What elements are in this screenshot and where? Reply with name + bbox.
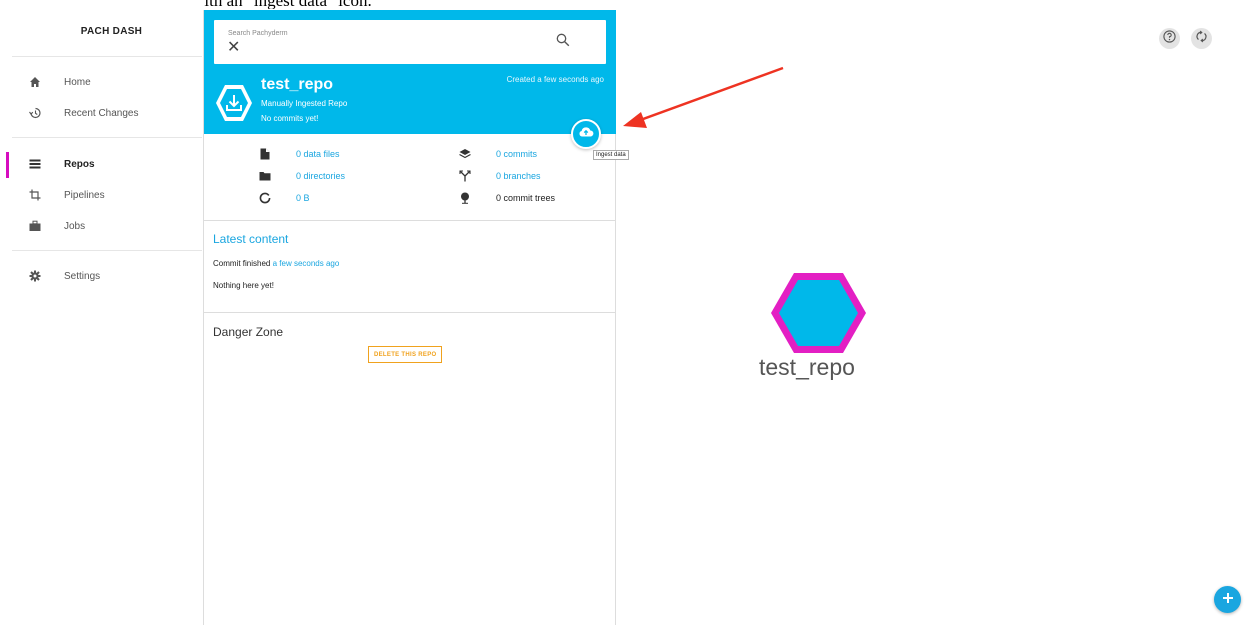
- stat-value[interactable]: 0 directories: [296, 171, 345, 181]
- search-icon[interactable]: [556, 33, 570, 47]
- sidebar-divider: [12, 137, 202, 138]
- refresh-icon: [1195, 30, 1208, 48]
- repo-created-time: Created a few seconds ago: [506, 75, 604, 84]
- repo-stats: 0 data files 0 directories 0 B 0 commits…: [204, 134, 616, 221]
- sidebar-item-label: Settings: [64, 270, 101, 282]
- sidebar-divider: [12, 250, 202, 251]
- stat-value: 0 commit trees: [496, 193, 556, 203]
- latest-content-heading: Latest content: [213, 232, 289, 246]
- search-input[interactable]: Search Pachyderm: [228, 30, 288, 37]
- sidebar-item-label: Repos: [64, 158, 95, 170]
- home-icon: [28, 75, 42, 89]
- stat-branches[interactable]: 0 branches: [458, 169, 541, 183]
- sidebar: PACH DASH Home Recent Changes Repos Pipe…: [0, 0, 203, 625]
- repo-node[interactable]: [768, 270, 869, 356]
- annotation-arrow: [623, 66, 784, 128]
- stat-value[interactable]: 0 B: [296, 193, 310, 203]
- sidebar-item-jobs[interactable]: Jobs: [0, 215, 203, 237]
- repo-header: Search Pachyderm ✕ test_repo Manually In…: [204, 10, 616, 134]
- stat-value[interactable]: 0 data files: [296, 149, 340, 159]
- repo-commits-note: No commits yet!: [261, 114, 319, 123]
- stat-size[interactable]: 0 B: [258, 191, 310, 205]
- plus-icon: [1222, 591, 1234, 609]
- empty-content-message: Nothing here yet!: [213, 281, 274, 290]
- stat-value[interactable]: 0 commits: [496, 149, 537, 159]
- repo-subtitle: Manually Ingested Repo: [261, 99, 348, 108]
- commit-status-text: Commit finished: [213, 259, 271, 268]
- brand-title: PACH DASH: [80, 26, 143, 37]
- repo-upload-icon: [214, 83, 254, 123]
- sidebar-item-recent-changes[interactable]: Recent Changes: [0, 102, 203, 124]
- sidebar-item-label: Pipelines: [64, 189, 105, 201]
- refresh-button[interactable]: [1191, 28, 1212, 49]
- gear-icon: [28, 269, 42, 283]
- history-icon: [28, 106, 42, 120]
- layers-icon: [458, 147, 472, 161]
- crop-icon: [28, 188, 42, 202]
- tree-icon: [458, 191, 472, 205]
- sidebar-item-label: Home: [64, 76, 91, 88]
- stat-data-files[interactable]: 0 data files: [258, 147, 340, 161]
- search-box[interactable]: Search Pachyderm ✕: [214, 20, 606, 64]
- add-button[interactable]: [1214, 586, 1241, 613]
- briefcase-icon: [28, 219, 42, 233]
- commit-status: Commit finished a few seconds ago: [213, 259, 339, 268]
- danger-zone-heading: Danger Zone: [213, 325, 284, 339]
- commit-time-link[interactable]: a few seconds ago: [273, 259, 340, 268]
- sidebar-item-pipelines[interactable]: Pipelines: [0, 184, 203, 206]
- delete-repo-button[interactable]: DELETE THIS REPO: [368, 346, 443, 363]
- help-icon: [1163, 29, 1176, 48]
- sidebar-divider: [12, 56, 202, 57]
- branch-icon: [458, 169, 472, 183]
- folder-icon: [258, 169, 272, 183]
- file-icon: [258, 147, 272, 161]
- latest-content-section: Latest content Commit finished a few sec…: [204, 220, 616, 313]
- sidebar-item-label: Recent Changes: [64, 107, 139, 119]
- list-icon: [28, 157, 42, 171]
- sidebar-item-repos[interactable]: Repos: [0, 153, 203, 175]
- repo-node-label[interactable]: test_repo: [759, 354, 855, 381]
- help-button[interactable]: [1159, 28, 1180, 49]
- repo-details-panel: Search Pachyderm ✕ test_repo Manually In…: [203, 10, 629, 625]
- sidebar-item-home[interactable]: Home: [0, 71, 203, 93]
- sidebar-item-settings[interactable]: Settings: [0, 265, 203, 287]
- close-icon[interactable]: ✕: [227, 40, 240, 56]
- stat-commits[interactable]: 0 commits: [458, 147, 537, 161]
- sidebar-item-label: Jobs: [64, 220, 86, 232]
- stat-directories[interactable]: 0 directories: [258, 169, 345, 183]
- progress-ring-icon: [258, 191, 272, 205]
- repo-title: test_repo: [261, 76, 334, 93]
- stat-commit-trees: 0 commit trees: [458, 191, 555, 205]
- stat-value[interactable]: 0 branches: [496, 171, 541, 181]
